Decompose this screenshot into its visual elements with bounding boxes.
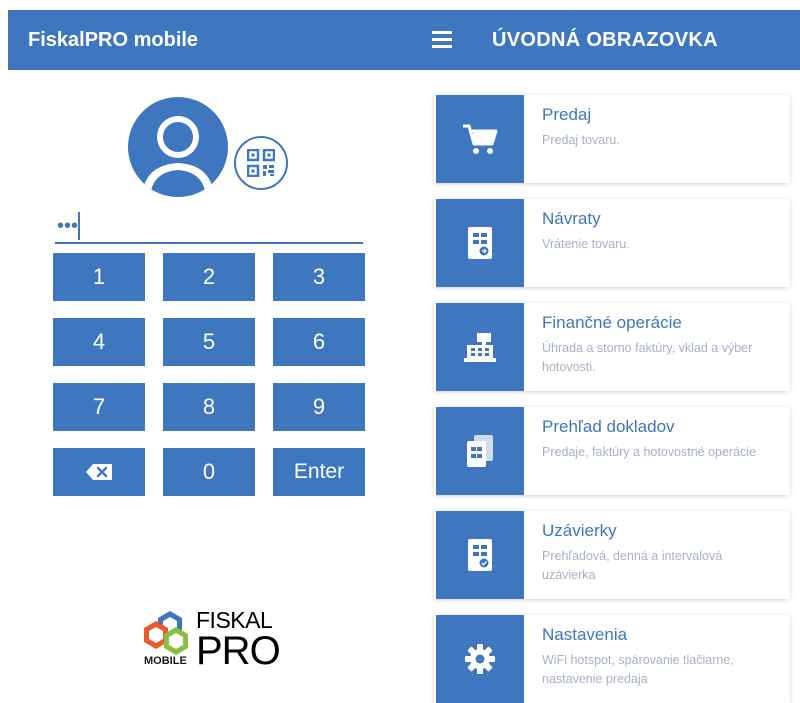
tile-description: WiFi hotspot, spárovanie tlačiarne, nast…: [542, 653, 734, 686]
page-title: ÚVODNÁ OBRAZOVKA: [492, 29, 718, 51]
tile-icon-box: [436, 407, 524, 495]
return-receipt-icon: [468, 227, 492, 259]
tile-title: Predaj: [542, 105, 592, 124]
qr-code-icon: [247, 149, 275, 177]
key-2[interactable]: 2: [163, 253, 255, 301]
menu-tile-predaj[interactable]: Predaj Predaj tovaru.: [434, 95, 790, 183]
enter-button[interactable]: Enter: [273, 448, 365, 496]
key-9[interactable]: 9: [273, 383, 365, 431]
menu-tile-uzavierky[interactable]: Uzávierky Prehľadová, denná a intervalov…: [434, 511, 790, 599]
tile-title: Nastavenia: [542, 625, 628, 644]
tile-title: Finančné operácie: [542, 313, 682, 332]
key-4[interactable]: 4: [53, 318, 145, 366]
gear-icon: [465, 644, 495, 674]
tile-icon-box: [436, 199, 524, 287]
tile-icon-box: [436, 303, 524, 391]
tile-description: Úhrada a storno faktúry, vklad a výber h…: [542, 341, 753, 374]
login-panel: 1 2 3 4 5 6 7 8 9 0 Enter FISKAL PRO MOB…: [0, 70, 400, 679]
key-7[interactable]: 7: [53, 383, 145, 431]
key-1[interactable]: 1: [53, 253, 145, 301]
app-header: FiskalPRO mobile ÚVODNÁ OBRAZOVKA: [8, 10, 800, 70]
tile-icon-box: [436, 615, 524, 703]
app-title: FiskalPRO mobile: [28, 29, 199, 51]
menu-tile-financne-operacie[interactable]: Finančné operácie Úhrada a storno faktúr…: [434, 303, 790, 391]
fiskalpro-logo: FISKAL PRO MOBILE: [140, 605, 281, 675]
tile-description: Predaje, faktúry a hotovostné operácie: [542, 445, 757, 459]
pin-input[interactable]: [55, 210, 363, 244]
menu-tile-nastavenia[interactable]: Nastavenia WiFi hotspot, spárovanie tlač…: [434, 615, 790, 703]
menu-tile-prehlad-dokladov[interactable]: Prehľad dokladov Predaje, faktúry a hoto…: [434, 407, 790, 495]
tile-title: Návraty: [542, 209, 601, 228]
menu-tile-navraty[interactable]: Návraty Vrátenie tovaru.: [434, 199, 790, 287]
cash-register-icon: [464, 333, 496, 362]
backspace-icon: [86, 464, 112, 480]
logo-mobile-text: MOBILE: [144, 655, 187, 667]
shopping-cart-icon: [463, 124, 498, 154]
tile-description: Prehľadová, denná a intervalová uzávierk…: [542, 549, 723, 582]
tile-description: Vrátenie tovaru.: [542, 237, 630, 251]
tile-icon-box: [436, 95, 524, 183]
backspace-button[interactable]: [53, 448, 145, 496]
key-8[interactable]: 8: [163, 383, 255, 431]
logo-pro-text: PRO: [196, 629, 281, 673]
user-avatar-icon: [128, 97, 228, 197]
key-0[interactable]: 0: [163, 448, 255, 496]
hamburger-menu-icon[interactable]: [428, 28, 456, 52]
closure-report-icon: [468, 539, 492, 571]
key-6[interactable]: 6: [273, 318, 365, 366]
tile-description: Predaj tovaru.: [542, 133, 620, 147]
key-3[interactable]: 3: [273, 253, 365, 301]
documents-icon: [467, 435, 493, 467]
tile-title: Uzávierky: [542, 521, 617, 540]
key-5[interactable]: 5: [163, 318, 255, 366]
qr-scan-button[interactable]: [234, 136, 288, 190]
text-cursor: [78, 212, 80, 240]
tile-icon-box: [436, 511, 524, 599]
tile-title: Prehľad dokladov: [542, 417, 675, 436]
